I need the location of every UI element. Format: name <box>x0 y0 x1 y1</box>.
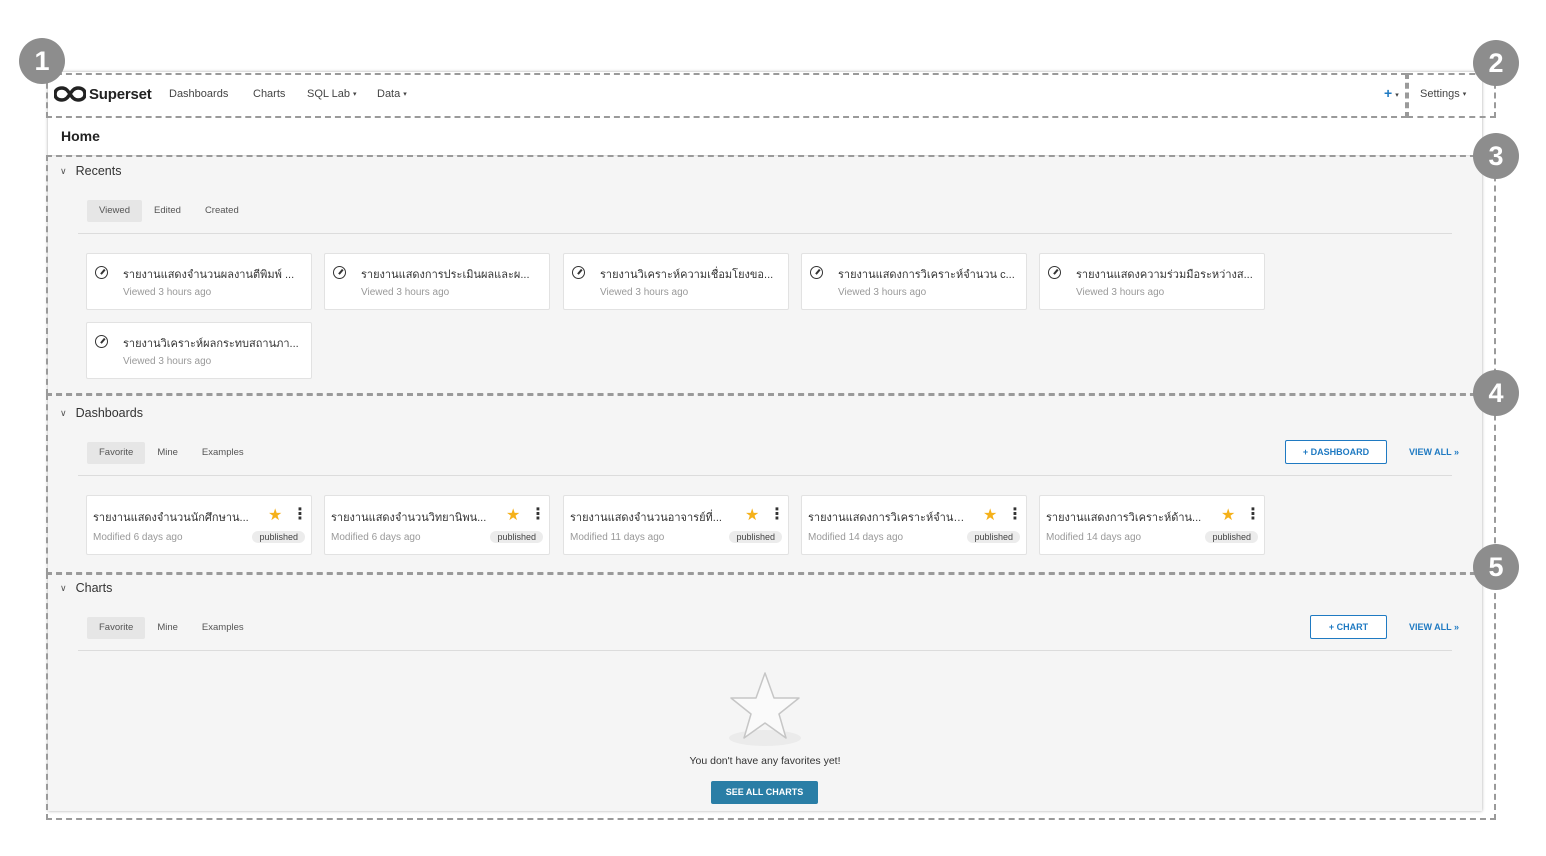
annotation-marker-1: 1 <box>19 38 65 84</box>
annotation-marker-3: 3 <box>1473 133 1519 179</box>
annotation-box-dashboards <box>46 394 1496 574</box>
annotation-box-charts <box>46 573 1496 820</box>
home-header: Home <box>48 117 1482 156</box>
annotation-box-recents <box>46 155 1496 395</box>
annotation-marker-4: 4 <box>1473 370 1519 416</box>
annotation-marker-5: 5 <box>1473 544 1519 590</box>
annotation-box-navbar <box>46 73 1407 118</box>
page-title: Home <box>61 128 100 144</box>
annotation-marker-2: 2 <box>1473 40 1519 86</box>
